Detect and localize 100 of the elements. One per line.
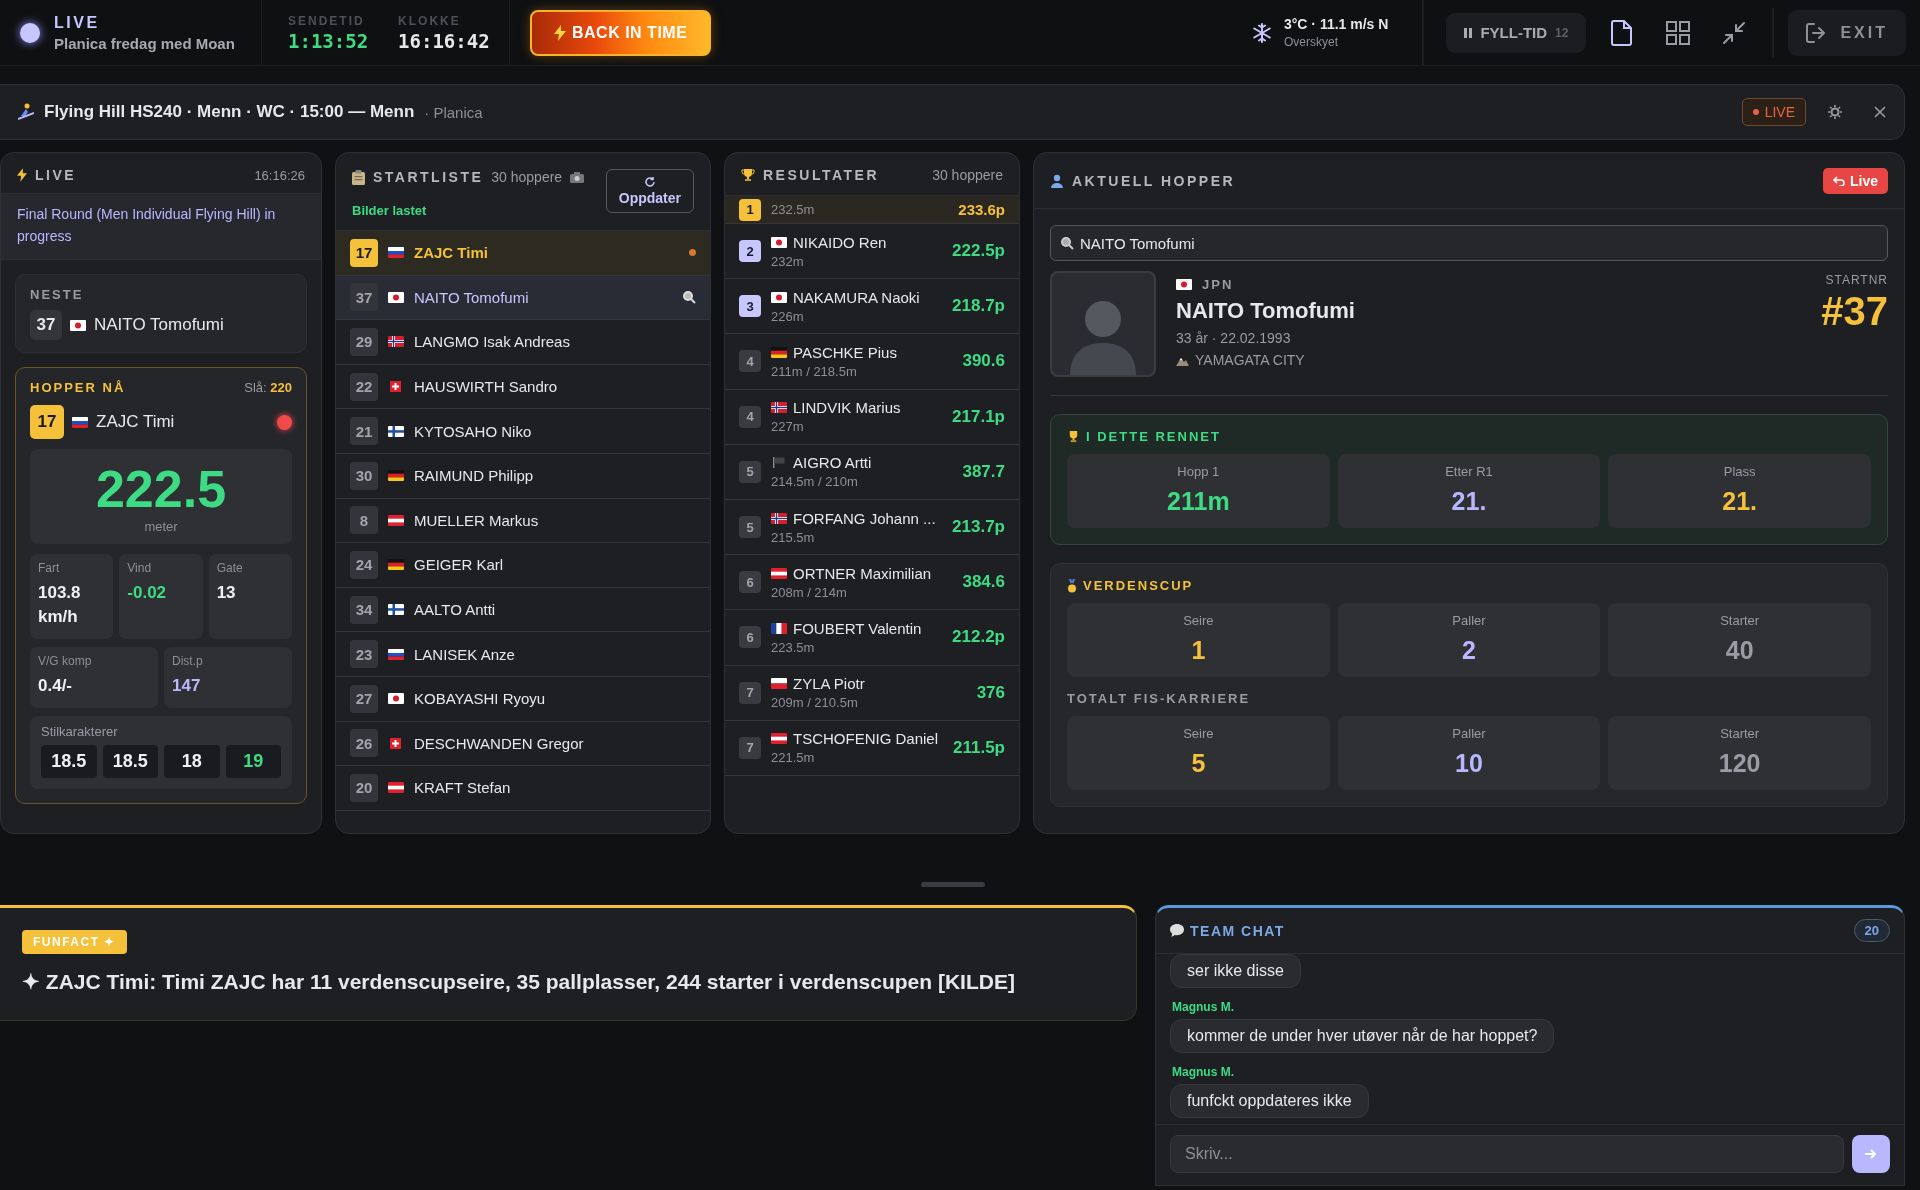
rank-number: 6 (739, 626, 761, 649)
athlete-name: NAITO Tomofumi (1176, 298, 1356, 324)
section-title: I DETTE RENNET (1086, 429, 1221, 444)
stat-tile: Seire 5 (1067, 716, 1330, 790)
style-mark: 18.5 (41, 744, 97, 778)
start-list-row[interactable]: 17 ZAJC Timi (336, 231, 710, 276)
panel-title: AKTUELL HOPPER (1072, 172, 1236, 189)
lightning-icon (17, 168, 27, 182)
rank-number: 2 (739, 240, 761, 263)
event-venue: · Planica (424, 103, 483, 121)
rank-number: 7 (739, 736, 761, 759)
panel-title: STARTLISTE (373, 169, 484, 185)
style-mark: 19 (225, 744, 281, 778)
start-list-row[interactable]: 23 LANISEK Anze (336, 632, 710, 677)
fill-time-button[interactable]: FYLL-TID 12 (1446, 12, 1587, 53)
result-row[interactable]: 7 TSCHOFENIG Daniel 221.5m 211.5p (725, 720, 1019, 776)
bib-number: 22 (350, 372, 378, 401)
search-icon (1061, 236, 1074, 250)
result-row[interactable]: 4 PASCHKE Pius 211m / 218.5m 390.6 (725, 334, 1019, 390)
bib-number: 17 (30, 405, 64, 440)
result-row[interactable]: 5 AIGRO Artti 214.5m / 210m 387.7 (725, 444, 1019, 500)
jump-distance: 208m / 214m (771, 584, 848, 600)
exit-button[interactable]: EXIT (1788, 9, 1906, 56)
trophy-icon (1067, 430, 1080, 443)
search-field[interactable]: NAITO Tomofumi (1050, 225, 1888, 261)
start-list-row[interactable]: 21 KYTOSAHO Niko (336, 409, 710, 454)
points: 387.7 (962, 461, 1005, 482)
jumper-name: KYTOSAHO Niko (414, 422, 532, 440)
result-row[interactable]: 5 FORFANG Johann ... 215.5m 213.7p (725, 499, 1019, 556)
style-marks-label: Stilkarakterer (41, 723, 119, 739)
points: 233.6p (958, 201, 1005, 218)
jumper-name: LINDVIK Marius (793, 399, 901, 417)
start-list-row[interactable]: 22 HAUSWIRTH Sandro (336, 364, 710, 410)
start-list-row[interactable]: 37 NAITO Tomofumi (336, 275, 710, 321)
start-list-row[interactable]: 30 RAIMUND Philipp (336, 453, 710, 499)
panel-title: RESULTATER (763, 167, 879, 183)
stat-tile: Hopp 1 211m (1067, 454, 1330, 528)
country-code: JPN (1202, 277, 1234, 292)
result-row[interactable]: 6 FOUBERT Valentin 223.5m 212.2p (725, 610, 1019, 666)
start-list-row[interactable]: 27 KOBAYASHI Ryoyu (336, 676, 710, 722)
hill-size: Slå: 220 (244, 380, 292, 396)
start-list-row[interactable]: 26 DESCHWANDEN Gregor (336, 721, 710, 767)
jumper-count: 30 hoppere (491, 169, 563, 185)
funfact-text: ✦ ZAJC Timi: Timi ZAJC har 11 verdenscupseire, 35 pallplasser, 244 starter i verdenscupen [KILDE] (22, 970, 1016, 994)
jumper-name: RAIMUND Philipp (414, 467, 534, 485)
live-button[interactable]: Live (1823, 167, 1888, 194)
images-loaded-status: Bilder lastet (352, 203, 428, 218)
rank-number: 4 (739, 350, 761, 373)
jump-distance: 214.5m / 210m (771, 474, 859, 490)
resize-handle[interactable] (921, 882, 985, 887)
jumper-name: ZYLA Piotr (793, 675, 865, 693)
points: 217.1p (952, 406, 1005, 427)
start-list-row[interactable]: 20 KRAFT Stefan (336, 766, 710, 811)
funfact-badge: FUNFACT ✦ (22, 930, 127, 954)
points: 218.7p (952, 296, 1005, 317)
live-label: LIVE (54, 13, 101, 32)
pause-icon (1464, 27, 1473, 38)
trophy-icon (741, 168, 755, 182)
bib-number: 26 (350, 729, 378, 758)
person-icon (1050, 173, 1064, 188)
message-author: Magnus M. (1172, 1065, 1235, 1079)
panel-title: LIVE (35, 167, 77, 183)
start-list-row[interactable]: 34 AALTO Antti (336, 587, 710, 633)
stat-tile: Plass 21. (1608, 454, 1871, 528)
jump-distance: 223.5m (771, 639, 816, 655)
result-row[interactable]: 1 232.5m 233.6p (725, 196, 1019, 224)
refresh-icon (643, 176, 656, 188)
close-icon[interactable] (1874, 106, 1886, 118)
jumper-name: HAUSWIRTH Sandro (414, 378, 558, 396)
message-input[interactable]: Skriv... (1170, 1135, 1844, 1173)
arrow-icon (1865, 1149, 1877, 1159)
stat-tile: Fart 103.8 km/h (30, 554, 114, 639)
result-row[interactable]: 2 NIKAIDO Ren 232m 222.5p (725, 224, 1019, 280)
settings-icon[interactable] (1828, 105, 1842, 119)
panel-title: TEAM CHAT (1190, 922, 1285, 939)
stat-tile: Gate 13 (208, 554, 292, 639)
result-row[interactable]: 3 NAKAMURA Naoki 226m 218.7p (725, 279, 1019, 335)
result-row[interactable]: 4 LINDVIK Marius 227m 217.1p (725, 389, 1019, 445)
jumper-name: NAITO Tomofumi (94, 315, 224, 336)
start-list-row[interactable]: 29 LANGMO Isak Andreas (336, 320, 710, 365)
refresh-button[interactable]: Oppdater (605, 169, 694, 213)
bib-number: 24 (350, 550, 378, 579)
jumper-name: ZAJC Timi (96, 412, 175, 433)
jumper-name: FOUBERT Valentin (793, 619, 922, 637)
medal-icon (1067, 578, 1077, 593)
rank-number: 3 (739, 295, 761, 318)
chat-message: ser ikke disse (1170, 954, 1301, 988)
send-button[interactable] (1852, 1135, 1890, 1173)
start-list-row[interactable]: 24 GEIGER Karl (336, 543, 710, 588)
message-count: 20 (1853, 919, 1890, 942)
result-row[interactable]: 7 ZYLA Piotr 209m / 210.5m 376 (725, 665, 1019, 721)
jump-distance: 221.5m (771, 750, 816, 766)
jump-distance: 232.5m (771, 202, 815, 217)
jumper-name: NIKAIDO Ren (793, 233, 887, 251)
jump-distance: 222.5 (94, 463, 228, 516)
clipboard-icon (352, 169, 365, 185)
points: 211.5p (953, 737, 1005, 758)
result-row[interactable]: 6 ORTNER Maximilian 208m / 214m 384.6 (725, 555, 1019, 611)
start-list-row[interactable]: 8 MUELLER Markus (336, 498, 710, 544)
broadcast-time: 1:13:52 (288, 29, 369, 52)
